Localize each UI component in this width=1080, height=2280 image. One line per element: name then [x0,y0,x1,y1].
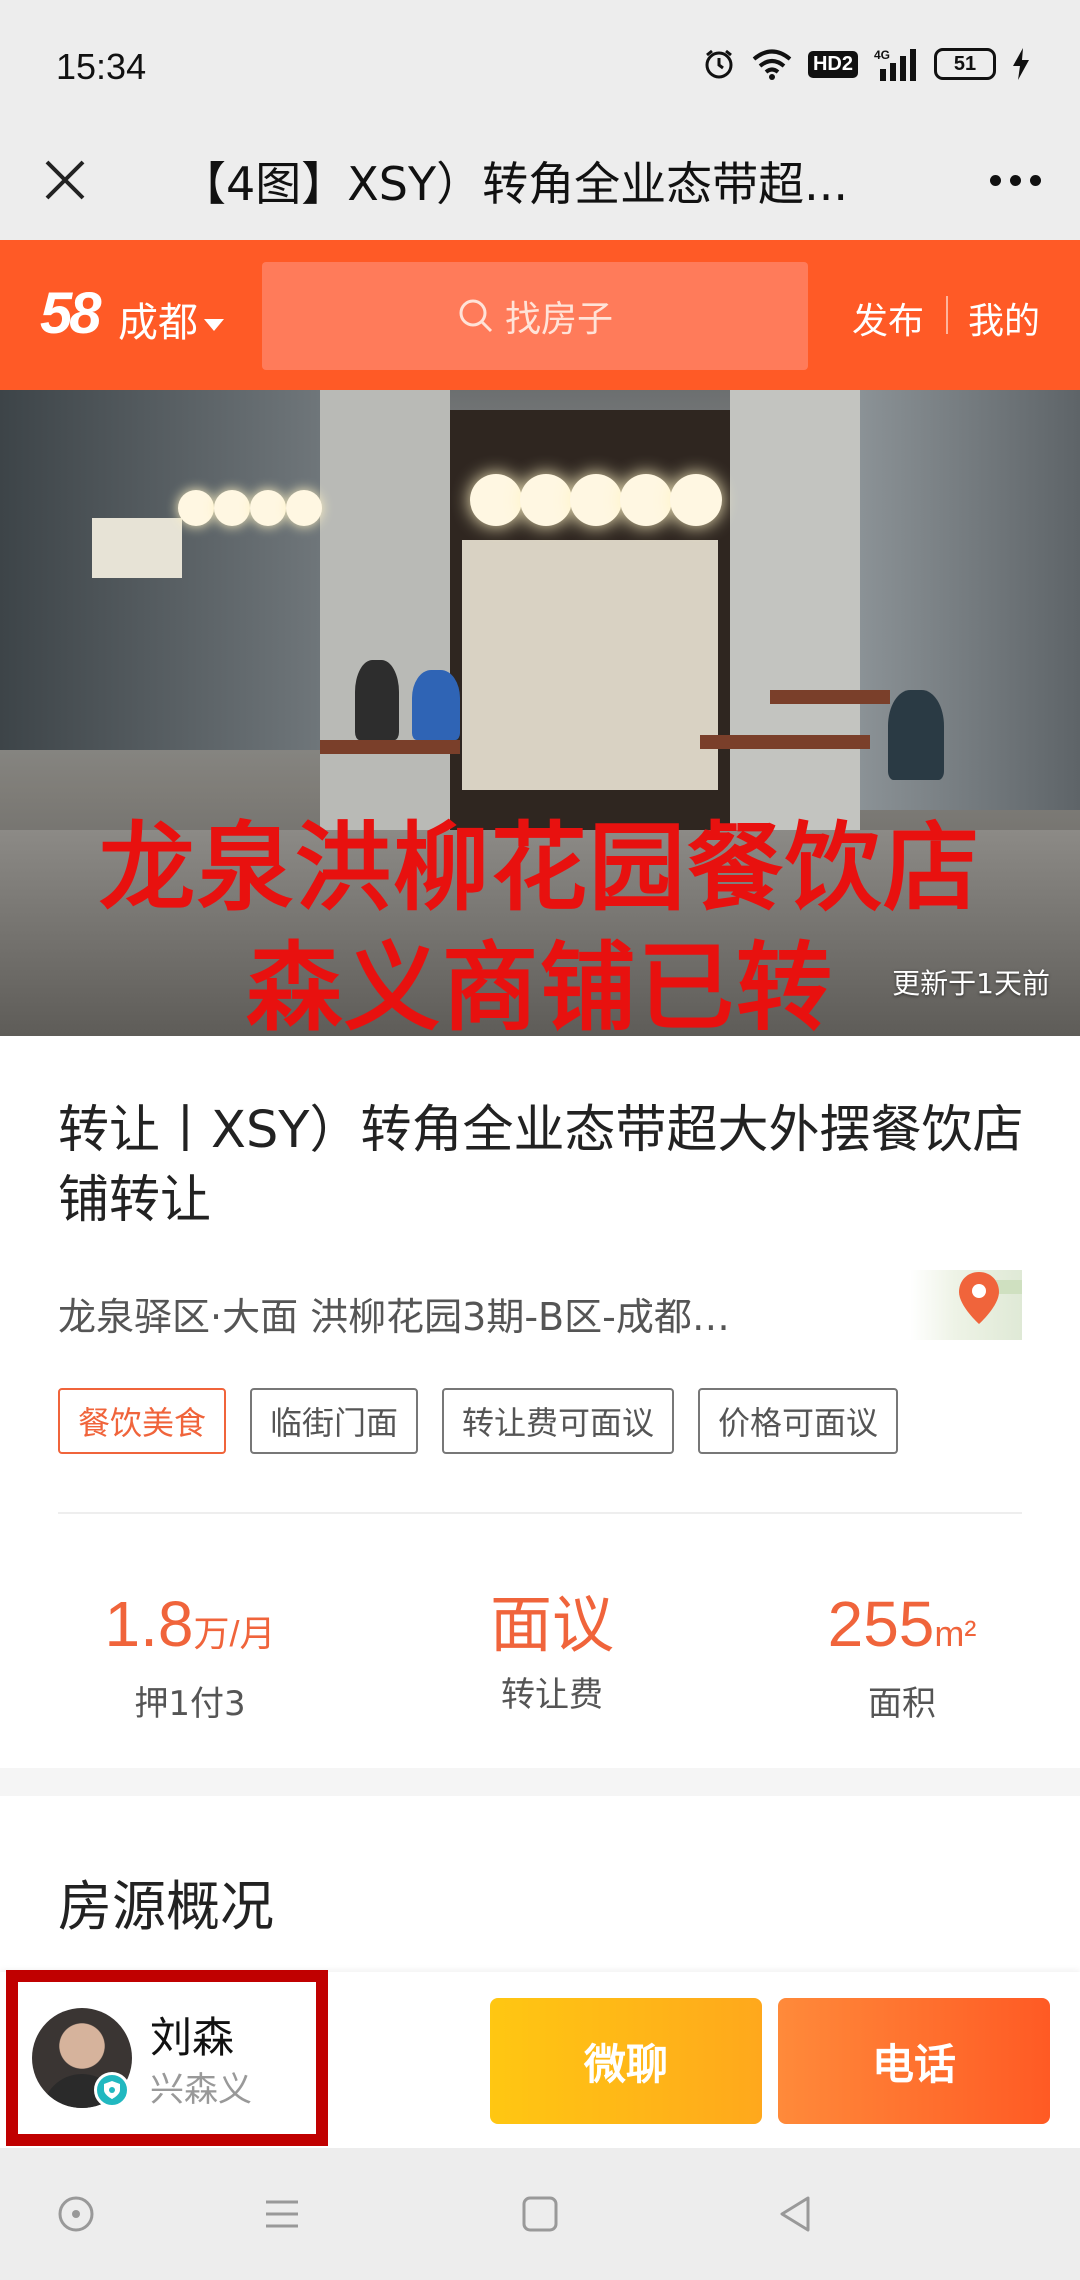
photo-overlay-text-line1: 龙泉洪柳花园餐饮店 [99,812,981,924]
agent-company: 兴森义 [150,2070,252,2110]
agent-card[interactable]: 刘森 兴森义 [6,1970,328,2146]
chat-button[interactable]: 微聊 [490,1998,762,2124]
menu-icon [266,2200,298,2228]
listing-address[interactable]: 龙泉驿区·大面 洪柳花园3期-B区-成都… [58,1286,858,1341]
app-root: 15:34 HD2 4G 51 【4图】XSY）转角全业态带超... 58 成都… [0,0,1080,2280]
assistant-button[interactable] [50,2188,102,2240]
photo-lamp [250,490,286,526]
rent-value: 1.8 [104,1588,194,1660]
caret-down-icon [204,319,224,331]
transfer-fee-value: 面议 [489,1588,614,1661]
battery-level: 51 [934,48,996,80]
verified-badge-icon [94,2072,130,2108]
photo-table [700,735,870,749]
listing-photo[interactable]: 龙泉洪柳花园餐饮店 森义商铺已转 更新于1天前 [0,390,1080,1036]
rent-label: 押1付3 [134,1684,246,1724]
page-title: 【4图】XSY）转角全业态带超... [180,157,848,211]
status-time: 15:34 [56,46,147,87]
mine-link[interactable]: 我的 [968,292,1040,344]
map-pin-icon [959,1272,999,1324]
photo-lamp [570,474,622,526]
photo-lamp [178,490,214,526]
tag-item: 价格可面议 [698,1388,899,1454]
assistant-icon [58,2196,94,2232]
photo-person [355,660,399,740]
area-label: 面积 [868,1684,936,1724]
photo-shop-sign [92,518,182,578]
battery-icon: 51 [934,44,996,84]
call-button[interactable]: 电话 [778,1998,1050,2124]
map-thumbnail[interactable] [910,1270,1022,1340]
hd-icon: HD2 [807,44,858,84]
photo-person [888,690,944,780]
tag-item: 餐饮美食 [58,1388,227,1454]
photo-lamp [214,490,250,526]
area-stat: 255m² 面积 [772,1586,1032,1725]
status-icons: HD2 4G 51 [702,44,1030,84]
wifi-icon [752,44,792,84]
photo-person [412,670,460,740]
area-unit: m² [934,1613,977,1654]
photo-lamp [670,474,722,526]
network-type-label: 4G [874,48,890,62]
more-icon-dot [989,174,1001,186]
tag-item: 临街门面 [250,1388,419,1454]
photo-table [770,690,890,704]
tag-item: 转让费可面议 [442,1388,675,1454]
listing-title: 转让丨XSY）转角全业态带超大外摆餐饮店铺转让 [58,1101,1024,1230]
publish-link[interactable]: 发布 [852,292,924,344]
listing-info-card: 转让丨XSY）转角全业态带超大外摆餐饮店铺转让 龙泉驿区·大面 洪柳花园3期-B… [0,1036,1080,1768]
city-label: 成都 [118,300,198,346]
transfer-fee-label: 转让费 [501,1675,603,1715]
photo-lamp [620,474,672,526]
rent-value-wrap: 1.8万/月 [60,1586,320,1672]
status-bar: 15:34 HD2 4G 51 [0,0,1080,120]
more-icon-dot [1009,174,1021,186]
site-nav-bar: 58 成都 找房子 发布 我的 [0,240,1080,390]
system-nav-bar [0,2148,1080,2280]
close-icon [45,160,85,200]
close-button[interactable] [30,145,100,215]
agent-name: 刘森 [150,2013,235,2062]
rent-unit: 万/月 [193,1613,276,1654]
back-icon [780,2196,810,2232]
title-bar: 【4图】XSY）转角全业态带超... [0,120,1080,240]
area-value: 255 [827,1588,935,1660]
more-options-button[interactable] [980,145,1050,215]
bottom-action-bar: 刘森 兴森义 微聊 电话 [0,1970,1080,2148]
section-divider [58,1512,1022,1514]
transfer-fee-stat: 面议 转让费 [422,1586,682,1716]
home-square-icon [522,2196,558,2232]
overview-section: 房源概况 [0,1796,1080,1974]
photo-shop-interior [462,540,718,790]
signal-icon: 4G [874,44,918,84]
photo-lamp [520,474,572,526]
updated-time: 更新于1天前 [892,967,1050,1000]
photo-lamp [286,490,322,526]
search-placeholder: 找房子 [504,299,613,340]
back-button[interactable] [770,2188,822,2240]
menu-button[interactable] [256,2188,308,2240]
photo-table [320,740,460,754]
city-selector[interactable]: 成都 [118,290,224,348]
home-button[interactable] [514,2188,566,2240]
search-icon [459,299,493,333]
alarm-icon [702,44,736,84]
tag-list: 餐饮美食 临街门面 转让费可面议 价格可面议 [58,1388,899,1454]
area-value-wrap: 255m² [772,1586,1032,1672]
search-input[interactable]: 找房子 [262,262,808,370]
rent-stat: 1.8万/月 押1付3 [60,1586,320,1725]
more-icon-dot [1029,174,1041,186]
charging-icon [1012,44,1030,84]
site-logo[interactable]: 58 [40,280,101,347]
transfer-fee-value-wrap: 面议 [422,1586,682,1663]
overview-title: 房源概况 [58,1875,274,1938]
nav-divider [946,296,948,334]
photo-lamp [470,474,522,526]
